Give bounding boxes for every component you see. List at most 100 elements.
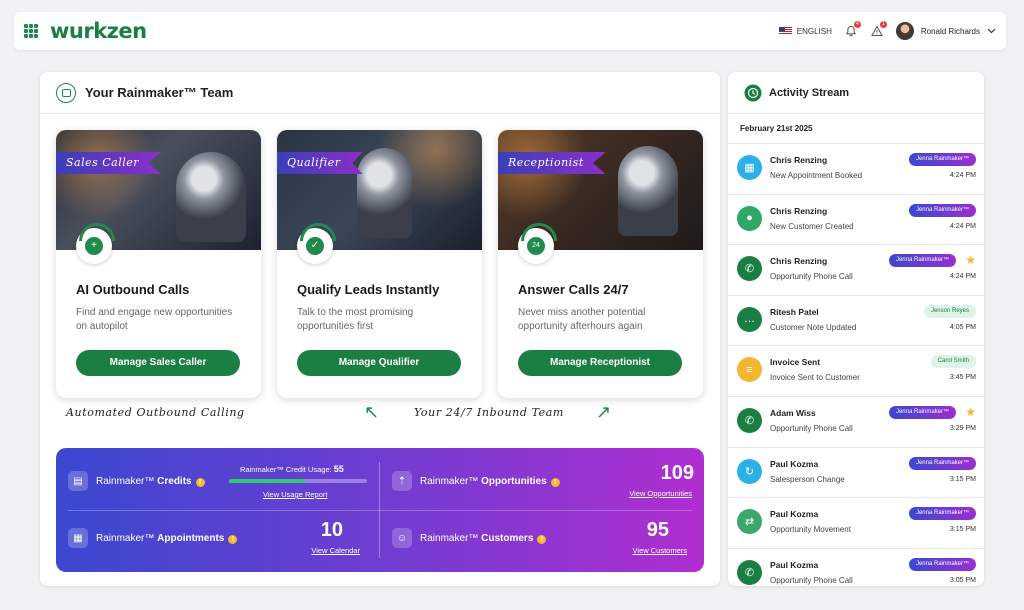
- star-icon[interactable]: ★: [965, 254, 976, 266]
- credit-usage-fill: [229, 479, 305, 483]
- language-selector[interactable]: ENGLISH: [778, 26, 832, 36]
- activity-item[interactable]: ≡ Invoice Sent Invoice Sent to Customer Car…: [728, 346, 984, 397]
- card-description: Never miss another potential opportunity…: [518, 307, 646, 332]
- alerts-button[interactable]: 1: [870, 21, 887, 38]
- activity-list: ▦ Chris Renzing New Appointment Booked Jenn…: [728, 144, 984, 586]
- credit-usage: Rainmaker™ Credit Usage: 55: [240, 464, 344, 474]
- activity-item[interactable]: ✆ Chris Renzing Opportunity Phone Call Jenn…: [728, 245, 984, 296]
- customers-count: 95: [646, 519, 669, 541]
- card-description: Talk to the most promising opportunities…: [297, 307, 414, 332]
- activity-time: 3:29 PM: [949, 424, 976, 432]
- assignee-tag: Jenna Rainmaker™: [888, 405, 956, 419]
- activity-description: Salesperson Change: [770, 474, 845, 484]
- stat-label: Credits: [157, 475, 192, 487]
- card-description: Find and engage new opportunities on aut…: [76, 307, 233, 332]
- activity-time: 3:15 PM: [949, 526, 976, 534]
- credits-stat: ▤ Rainmaker™ Credits!: [68, 471, 205, 491]
- info-icon[interactable]: !: [195, 477, 205, 487]
- stat-label: Opportunities: [481, 475, 547, 487]
- activity-name: Paul Kozma: [770, 559, 819, 570]
- activity-item[interactable]: … Ritesh Patel Customer Note Updated Jenson…: [728, 296, 984, 347]
- divider: [68, 510, 692, 511]
- customers-stat: ☺ Rainmaker™ Customers!: [392, 528, 547, 548]
- assignee-tag: Jenna Rainmaker™: [908, 203, 976, 217]
- manage-sales-caller-button[interactable]: Manage Sales Caller: [76, 350, 240, 376]
- activity-name: Paul Kozma: [770, 458, 819, 469]
- activity-title: Activity Stream: [769, 86, 850, 99]
- assignee-tag: Jenna Rainmaker™: [908, 507, 976, 521]
- page-title: Your Rainmaker™ Team: [85, 85, 234, 100]
- activity-time: 4:24 PM: [949, 273, 976, 281]
- info-icon[interactable]: !: [550, 477, 560, 487]
- phone-icon: ✆: [737, 256, 762, 282]
- stat-label: Appointments: [157, 532, 225, 544]
- chevron-down-icon: [987, 28, 996, 34]
- language-label: ENGLISH: [796, 26, 832, 36]
- alert-count-badge: 1: [879, 21, 887, 28]
- activity-item[interactable]: ✆ Adam Wiss Opportunity Phone Call Jenna Ra…: [728, 397, 984, 448]
- activity-description: Opportunity Phone Call: [770, 423, 853, 433]
- opportunities-stat: ⇡ Rainmaker™ Opportunities!: [392, 471, 560, 491]
- activity-item[interactable]: ⇄ Paul Kozma Opportunity Movement Jenna Rai…: [728, 498, 984, 549]
- activity-description: New Customer Created: [770, 221, 854, 231]
- credit-usage-label: Rainmaker™ Credit Usage:: [240, 465, 332, 474]
- phone-plus-icon: +: [76, 223, 115, 264]
- calendar-icon: ▦: [68, 528, 88, 548]
- user-menu[interactable]: Ronald Richards: [895, 22, 996, 40]
- activity-time: 4:24 PM: [949, 172, 976, 179]
- activity-item[interactable]: ✆ Paul Kozma Opportunity Phone Call Jenna R…: [728, 549, 984, 586]
- opportunities-count: 109: [660, 462, 694, 484]
- view-calendar-link[interactable]: View Calendar: [311, 546, 360, 555]
- sales-caller-card: Sales Caller + AI Outbound Calls Find an…: [56, 130, 261, 398]
- card-title: Qualify Leads Instantly: [297, 282, 440, 297]
- card-banner: Qualifier: [277, 152, 363, 174]
- activity-name: Ritesh Patel: [770, 306, 819, 317]
- appointments-count: 10: [320, 519, 343, 541]
- manage-qualifier-button[interactable]: Manage Qualifier: [297, 350, 461, 376]
- trend-up-icon: ⇡: [392, 471, 412, 491]
- user-icon: ●: [737, 205, 762, 231]
- assignee-tag: Carol Smith: [930, 355, 976, 369]
- activity-name: Invoice Sent: [770, 357, 821, 368]
- card-banner: Receptionist: [498, 152, 606, 174]
- activity-name: Chris Renzing: [770, 155, 828, 165]
- activity-item[interactable]: ↻ Paul Kozma Salesperson Change Jenna Rainm…: [728, 448, 984, 499]
- phone-icon: ✆: [737, 559, 762, 585]
- credit-usage-bar: [229, 479, 367, 483]
- activity-description: Opportunity Phone Call: [770, 575, 853, 585]
- top-navbar: wurkzen ENGLISH 4 1 Ronald Richards: [14, 12, 1006, 50]
- agent-cards: Sales Caller + AI Outbound Calls Find an…: [56, 130, 703, 398]
- manage-receptionist-button[interactable]: Manage Receptionist: [518, 350, 682, 376]
- activity-name: Chris Renzing: [770, 256, 828, 267]
- activity-item[interactable]: ▦ Chris Renzing New Appointment Booked Jenn…: [728, 144, 984, 195]
- star-icon[interactable]: ★: [965, 406, 976, 418]
- outbound-caption: Automated Outbound Calling: [66, 406, 245, 419]
- info-icon[interactable]: !: [537, 534, 547, 544]
- view-usage-report-link[interactable]: View Usage Report: [263, 490, 327, 499]
- stat-prefix: Rainmaker™: [96, 475, 155, 487]
- activity-name: Paul Kozma: [770, 509, 819, 520]
- users-icon: ☺: [392, 528, 412, 548]
- curved-arrow-icon: ↖: [364, 402, 380, 422]
- credits-icon: ▤: [68, 471, 88, 491]
- view-customers-link[interactable]: View Customers: [633, 546, 687, 555]
- notification-count-badge: 4: [853, 21, 861, 28]
- apps-grid-icon[interactable]: [24, 24, 38, 38]
- stat-prefix: Rainmaker™: [96, 532, 155, 544]
- view-opportunities-link[interactable]: View Opportunities: [629, 489, 692, 498]
- activity-time: 4:24 PM: [949, 222, 976, 230]
- info-icon[interactable]: !: [228, 534, 238, 544]
- assignee-tag: Jenna Rainmaker™: [888, 254, 956, 268]
- card-banner: Sales Caller: [56, 152, 162, 174]
- app-logo[interactable]: wurkzen: [50, 19, 147, 43]
- calendar-icon: ▦: [737, 155, 762, 180]
- avatar: [895, 22, 914, 40]
- stat-prefix: Rainmaker™: [420, 532, 479, 544]
- notifications-button[interactable]: 4: [844, 21, 861, 38]
- stat-label: Customers: [481, 532, 534, 544]
- invoice-icon: ≡: [737, 357, 762, 383]
- activity-item[interactable]: ● Chris Renzing New Customer Created Jenna …: [728, 195, 984, 246]
- rainmaker-team-panel: Your Rainmaker™ Team Sales Caller + AI O…: [40, 72, 720, 586]
- card-title: AI Outbound Calls: [76, 282, 190, 297]
- phone-icon: ✆: [737, 407, 762, 433]
